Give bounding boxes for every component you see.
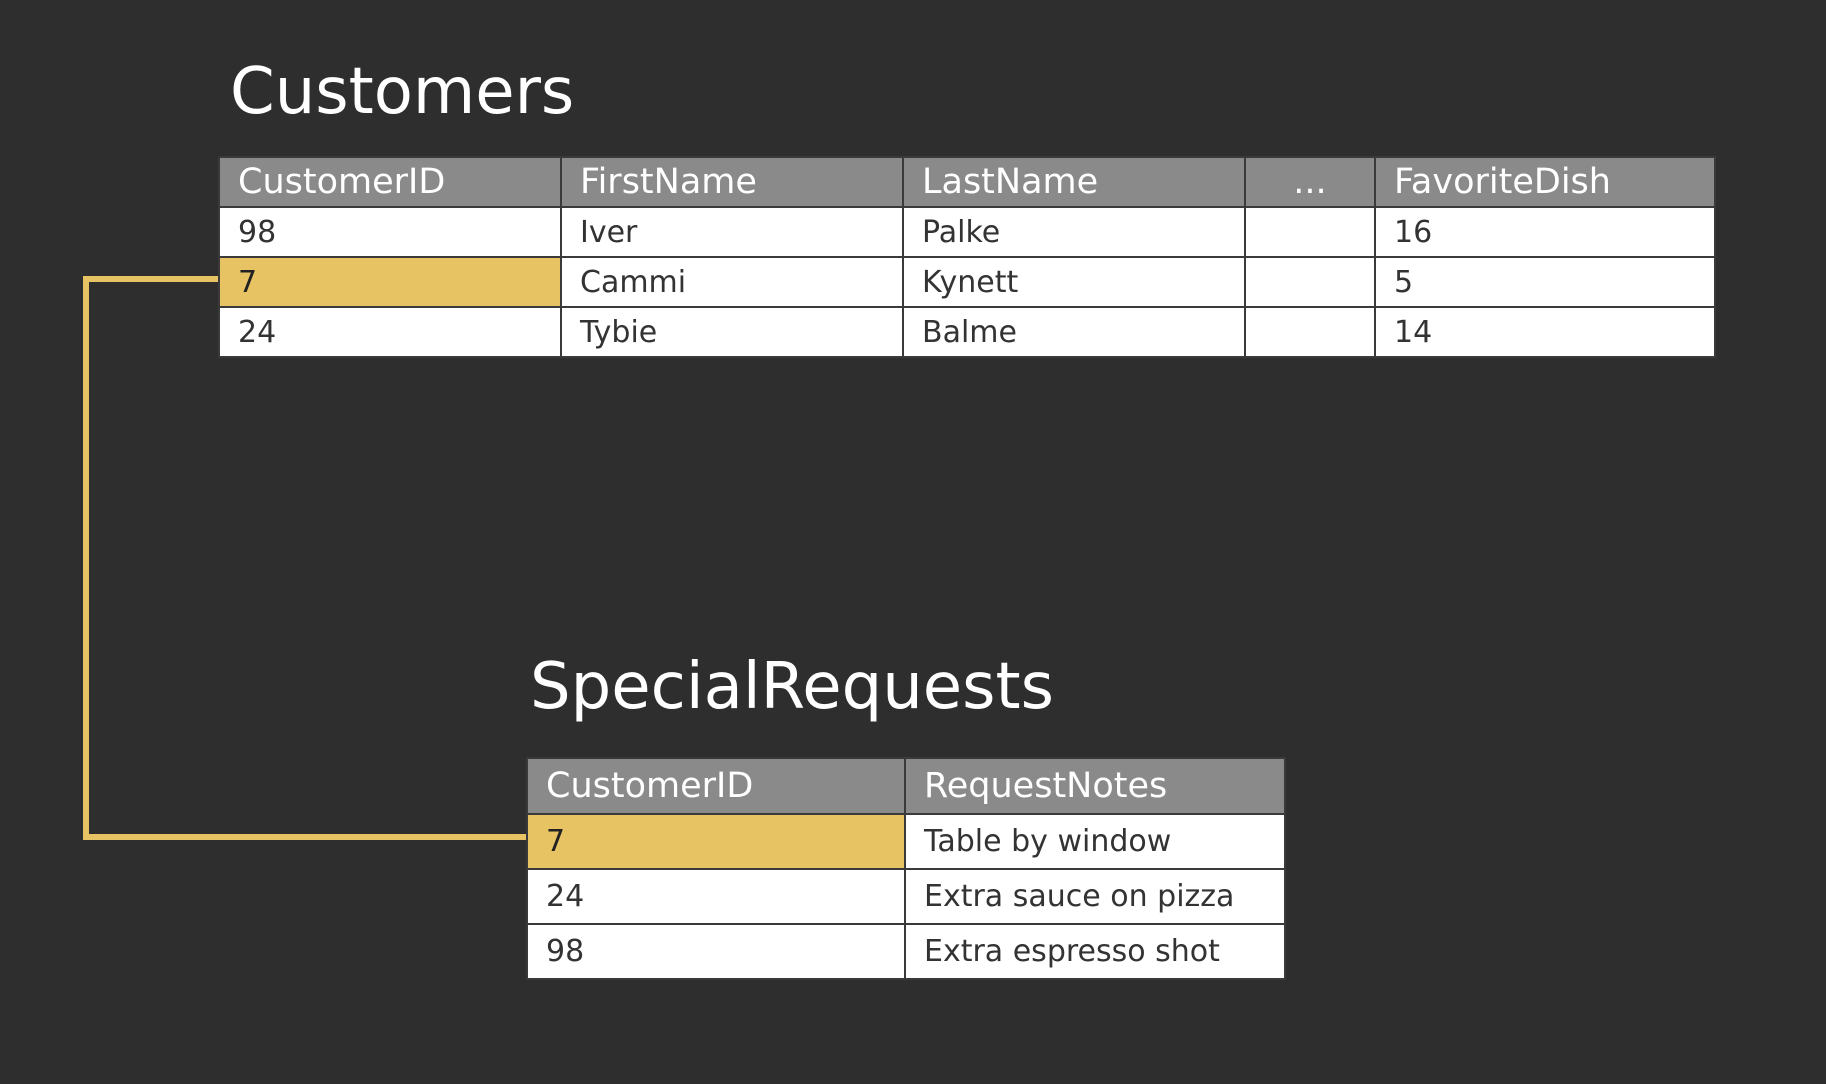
specialrequests-row: 24 Extra sauce on pizza bbox=[526, 868, 1286, 925]
customers-col-ellipsis: ... bbox=[1244, 156, 1376, 208]
specialrequests-table: CustomerID RequestNotes 7 Table by windo… bbox=[526, 757, 1286, 980]
specialrequests-cell-customerid: 98 bbox=[526, 923, 906, 980]
customers-cell-lastname: Palke bbox=[902, 206, 1246, 258]
customers-cell-favoritedish: 16 bbox=[1374, 206, 1716, 258]
customers-row-highlighted: 7 Cammi Kynett 5 bbox=[218, 256, 1716, 308]
specialrequests-col-customerid: CustomerID bbox=[526, 757, 906, 815]
customers-cell-ellipsis bbox=[1244, 256, 1376, 308]
customers-cell-favoritedish: 5 bbox=[1374, 256, 1716, 308]
specialrequests-cell-customerid-highlighted: 7 bbox=[526, 813, 906, 870]
customers-cell-favoritedish: 14 bbox=[1374, 306, 1716, 358]
customers-cell-ellipsis bbox=[1244, 306, 1376, 358]
customers-row: 24 Tybie Balme 14 bbox=[218, 306, 1716, 358]
customers-col-favoritedish: FavoriteDish bbox=[1374, 156, 1716, 208]
specialrequests-row-highlighted: 7 Table by window bbox=[526, 813, 1286, 870]
customers-row: 98 Iver Palke 16 bbox=[218, 206, 1716, 258]
specialrequests-cell-customerid: 24 bbox=[526, 868, 906, 925]
customers-cell-lastname: Balme bbox=[902, 306, 1246, 358]
customers-cell-firstname: Iver bbox=[560, 206, 904, 258]
specialrequests-header-row: CustomerID RequestNotes bbox=[526, 757, 1286, 815]
customers-cell-ellipsis bbox=[1244, 206, 1376, 258]
specialrequests-col-requestnotes: RequestNotes bbox=[904, 757, 1286, 815]
customers-cell-customerid: 98 bbox=[218, 206, 562, 258]
specialrequests-cell-requestnotes: Extra sauce on pizza bbox=[904, 868, 1286, 925]
customers-header-row: CustomerID FirstName LastName ... Favori… bbox=[218, 156, 1716, 208]
specialrequests-cell-requestnotes: Table by window bbox=[904, 813, 1286, 870]
customers-col-customerid: CustomerID bbox=[218, 156, 562, 208]
specialrequests-table-title: SpecialRequests bbox=[530, 650, 1054, 724]
connector-line bbox=[83, 276, 526, 840]
specialrequests-cell-requestnotes: Extra espresso shot bbox=[904, 923, 1286, 980]
customers-table: CustomerID FirstName LastName ... Favori… bbox=[218, 156, 1716, 358]
customers-cell-customerid-highlighted: 7 bbox=[218, 256, 562, 308]
customers-cell-firstname: Cammi bbox=[560, 256, 904, 308]
customers-table-title: Customers bbox=[230, 55, 575, 129]
customers-col-firstname: FirstName bbox=[560, 156, 904, 208]
customers-cell-lastname: Kynett bbox=[902, 256, 1246, 308]
specialrequests-row: 98 Extra espresso shot bbox=[526, 923, 1286, 980]
customers-cell-firstname: Tybie bbox=[560, 306, 904, 358]
customers-cell-customerid: 24 bbox=[218, 306, 562, 358]
diagram-canvas: Customers CustomerID FirstName LastName … bbox=[0, 0, 1826, 1084]
customers-col-lastname: LastName bbox=[902, 156, 1246, 208]
